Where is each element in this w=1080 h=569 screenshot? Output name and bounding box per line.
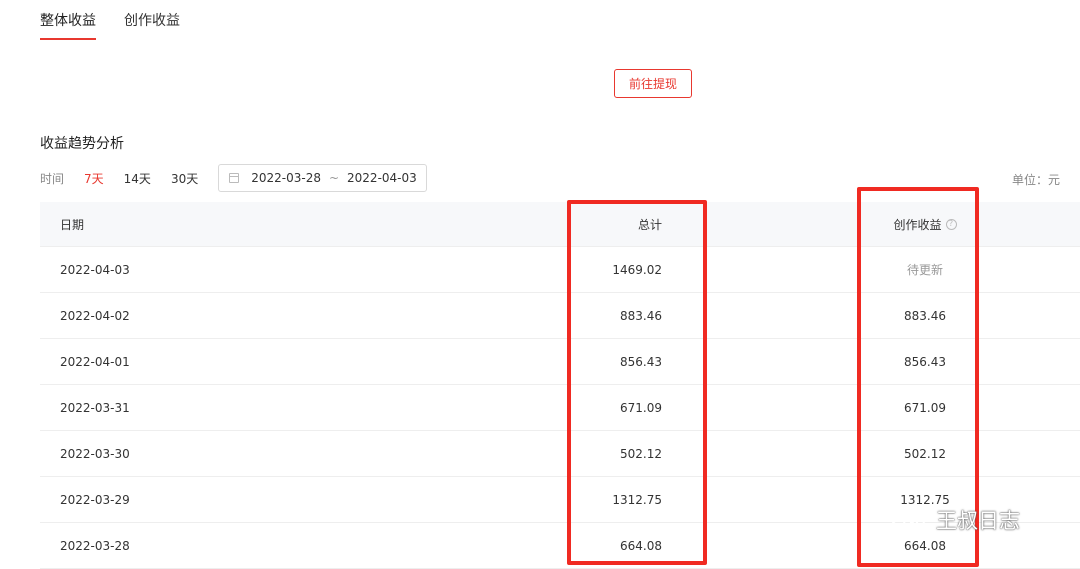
row-creation: 671.09	[904, 400, 946, 415]
table-row: 2022-04-01 856.43 856.43	[40, 339, 1080, 385]
tab-bar: 整体收益 创作收益	[40, 12, 208, 40]
header-total: 总计	[637, 217, 662, 232]
row-date: 2022-03-31	[60, 400, 130, 415]
row-creation: 502.12	[904, 446, 946, 461]
range-14-days[interactable]: 14天	[124, 170, 151, 187]
header-creation: 创作收益 ?	[860, 202, 990, 246]
table-row: 2022-03-30 502.12 502.12	[40, 431, 1080, 477]
range-7-days[interactable]: 7天	[84, 170, 104, 187]
row-date: 2022-03-29	[60, 492, 130, 507]
row-date: 2022-03-28	[60, 538, 130, 553]
help-icon[interactable]: ?	[945, 218, 957, 230]
row-total: 1312.75	[612, 492, 662, 507]
table-row: 2022-03-31 671.09 671.09	[40, 385, 1080, 431]
row-total: 671.09	[620, 400, 662, 415]
tab-overall-earnings[interactable]: 整体收益	[40, 12, 96, 40]
tab-creation-earnings[interactable]: 创作收益	[124, 12, 180, 40]
header-creation-label: 创作收益	[893, 217, 942, 232]
row-total: 664.08	[620, 538, 662, 553]
table-row: 2022-03-28 664.08 664.08	[40, 523, 1080, 569]
header-date: 日期	[60, 217, 85, 232]
range-30-days[interactable]: 30天	[171, 170, 198, 187]
table-row: 2022-04-03 1469.02 待更新	[40, 247, 1080, 293]
row-creation: 664.08	[904, 538, 946, 553]
date-end: 2022-04-03	[347, 171, 417, 185]
row-total: 1469.02	[612, 262, 662, 277]
row-total: 502.12	[620, 446, 662, 461]
row-date: 2022-04-02	[60, 308, 130, 323]
row-creation: 883.46	[904, 308, 946, 323]
earnings-table: 日期 总计 创作收益 ? 2022-04-03 1469.02 待更新 2022…	[40, 202, 1080, 569]
row-total: 856.43	[620, 354, 662, 369]
date-start: 2022-03-28	[251, 171, 321, 185]
section-title: 收益趋势分析	[40, 136, 124, 152]
date-separator: ~	[328, 171, 340, 185]
withdraw-button[interactable]: 前往提现	[614, 69, 692, 98]
date-range-picker[interactable]: 2022-03-28 ~ 2022-04-03	[218, 164, 428, 192]
row-date: 2022-04-01	[60, 354, 130, 369]
calendar-icon	[229, 173, 240, 183]
unit-label: 单位：元	[1011, 173, 1060, 187]
row-date: 2022-04-03	[60, 262, 130, 277]
table-header: 日期 总计 创作收益 ?	[40, 202, 1080, 247]
filter-bar: 时间 7天 14天 30天 2022-03-28 ~ 2022-04-03	[40, 164, 428, 192]
table-row: 2022-03-29 1312.75 1312.75	[40, 477, 1080, 523]
row-creation: 1312.75	[900, 492, 950, 507]
table-row: 2022-04-02 883.46 883.46	[40, 293, 1080, 339]
row-total: 883.46	[620, 308, 662, 323]
row-creation: 856.43	[904, 354, 946, 369]
row-date: 2022-03-30	[60, 446, 130, 461]
time-label: 时间	[40, 171, 65, 186]
row-creation: 待更新	[906, 263, 943, 277]
